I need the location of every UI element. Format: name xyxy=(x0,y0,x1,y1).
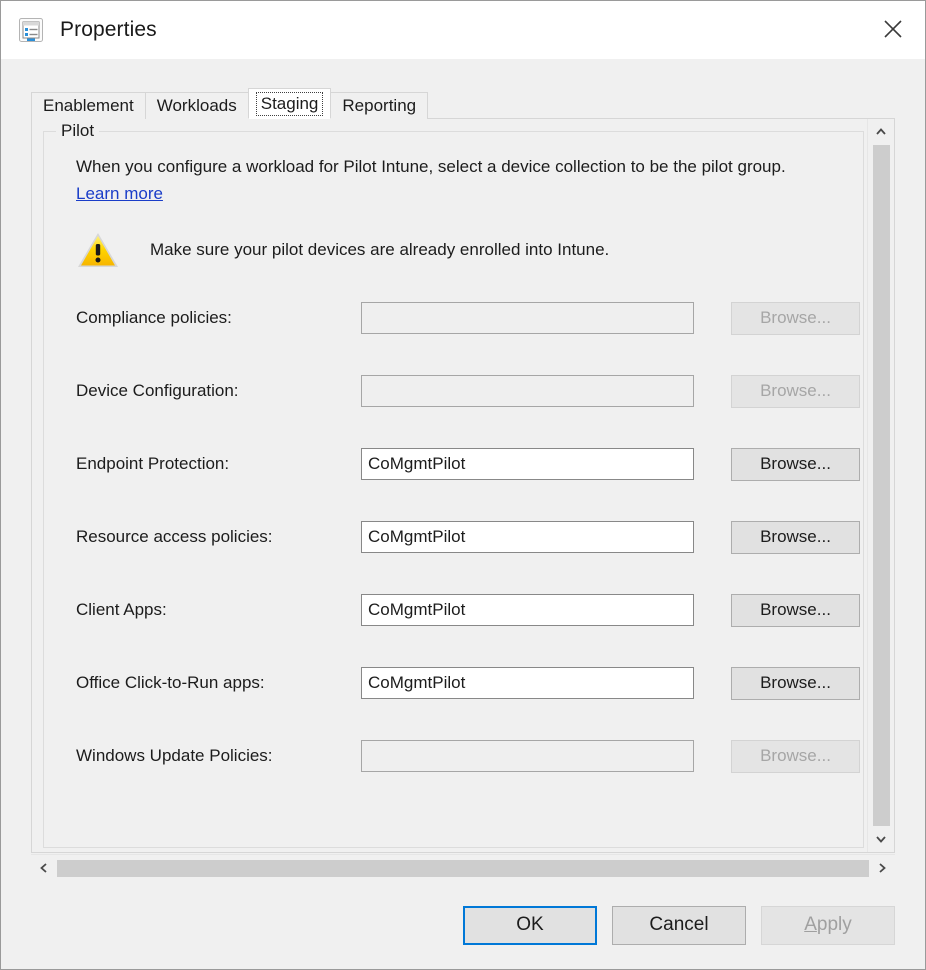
resource-access-policies-browse-button[interactable]: Browse... xyxy=(731,521,860,554)
tab-enablement[interactable]: Enablement xyxy=(31,92,146,119)
row-label: Office Click-to-Run apps: xyxy=(76,673,361,693)
chevron-down-icon[interactable] xyxy=(868,826,894,852)
chevron-left-icon[interactable] xyxy=(31,855,57,881)
warning-row: Make sure your pilot devices are already… xyxy=(76,230,837,270)
row-device-configuration: Device Configuration: Browse... xyxy=(76,373,837,409)
tab-label: Workloads xyxy=(157,96,237,116)
endpoint-protection-browse-button[interactable]: Browse... xyxy=(731,448,860,481)
row-label: Device Configuration: xyxy=(76,381,361,401)
windows-update-policies-browse-button: Browse... xyxy=(731,740,860,773)
office-click-to-run-apps-browse-button[interactable]: Browse... xyxy=(731,667,860,700)
chevron-up-icon[interactable] xyxy=(868,119,894,145)
horizontal-scrollbar-thumb[interactable] xyxy=(57,860,869,877)
pilot-description: When you configure a workload for Pilot … xyxy=(76,154,836,179)
row-resource-access-policies: Resource access policies: CoMgmtPilot Br… xyxy=(76,519,837,555)
properties-document-icon xyxy=(18,17,44,43)
learn-more-link[interactable]: Learn more xyxy=(76,184,163,204)
apply-button: Apply xyxy=(761,906,895,945)
tab-label: Staging xyxy=(256,92,324,116)
warning-text: Make sure your pilot devices are already… xyxy=(150,240,609,260)
vertical-scrollbar[interactable] xyxy=(867,119,894,852)
client-apps-input[interactable]: CoMgmtPilot xyxy=(361,594,694,626)
pilot-group-box: Pilot When you configure a workload for … xyxy=(43,131,864,848)
row-client-apps: Client Apps: CoMgmtPilot Browse... xyxy=(76,592,837,628)
row-office-click-to-run-apps: Office Click-to-Run apps: CoMgmtPilot Br… xyxy=(76,665,837,701)
properties-dialog: Properties Enablement Workloads Staging … xyxy=(0,0,926,970)
row-label: Windows Update Policies: xyxy=(76,746,361,766)
ok-button[interactable]: OK xyxy=(463,906,597,945)
office-click-to-run-apps-input[interactable]: CoMgmtPilot xyxy=(361,667,694,699)
compliance-policies-input[interactable] xyxy=(361,302,694,334)
apply-label-rest: pply xyxy=(817,914,852,936)
page-title: Properties xyxy=(60,18,157,42)
row-compliance-policies: Compliance policies: Browse... xyxy=(76,300,837,336)
vertical-scrollbar-thumb[interactable] xyxy=(873,145,890,826)
dialog-footer: OK Cancel Apply xyxy=(1,881,925,969)
warning-triangle-icon xyxy=(76,230,120,270)
row-label: Endpoint Protection: xyxy=(76,454,361,474)
device-configuration-browse-button: Browse... xyxy=(731,375,860,408)
scroll-content: Pilot When you configure a workload for … xyxy=(32,119,867,852)
cancel-button[interactable]: Cancel xyxy=(612,906,746,945)
tab-page-staging: Pilot When you configure a workload for … xyxy=(31,118,895,853)
tab-label: Reporting xyxy=(342,96,416,116)
tab-strip: Enablement Workloads Staging Reporting xyxy=(31,89,925,119)
client-apps-browse-button[interactable]: Browse... xyxy=(731,594,860,627)
tab-page-body: Pilot When you configure a workload for … xyxy=(32,119,894,852)
device-configuration-input[interactable] xyxy=(361,375,694,407)
apply-accelerator: A xyxy=(804,914,817,936)
tab-label: Enablement xyxy=(43,96,134,116)
endpoint-protection-input[interactable]: CoMgmtPilot xyxy=(361,448,694,480)
close-icon[interactable] xyxy=(861,1,925,57)
tab-reporting[interactable]: Reporting xyxy=(330,92,428,119)
row-endpoint-protection: Endpoint Protection: CoMgmtPilot Browse.… xyxy=(76,446,837,482)
compliance-policies-browse-button: Browse... xyxy=(731,302,860,335)
title-bar: Properties xyxy=(1,1,925,59)
tab-staging[interactable]: Staging xyxy=(248,88,332,119)
chevron-right-icon[interactable] xyxy=(869,855,895,881)
row-windows-update-policies: Windows Update Policies: Browse... xyxy=(76,738,837,774)
row-label: Compliance policies: xyxy=(76,308,361,328)
resource-access-policies-input[interactable]: CoMgmtPilot xyxy=(361,521,694,553)
horizontal-scrollbar[interactable] xyxy=(31,854,895,881)
windows-update-policies-input[interactable] xyxy=(361,740,694,772)
row-label: Resource access policies: xyxy=(76,527,361,547)
pilot-form: Compliance policies: Browse... Device Co… xyxy=(76,300,837,774)
pilot-group-label: Pilot xyxy=(56,121,99,141)
row-label: Client Apps: xyxy=(76,600,361,620)
tab-workloads[interactable]: Workloads xyxy=(145,92,249,119)
